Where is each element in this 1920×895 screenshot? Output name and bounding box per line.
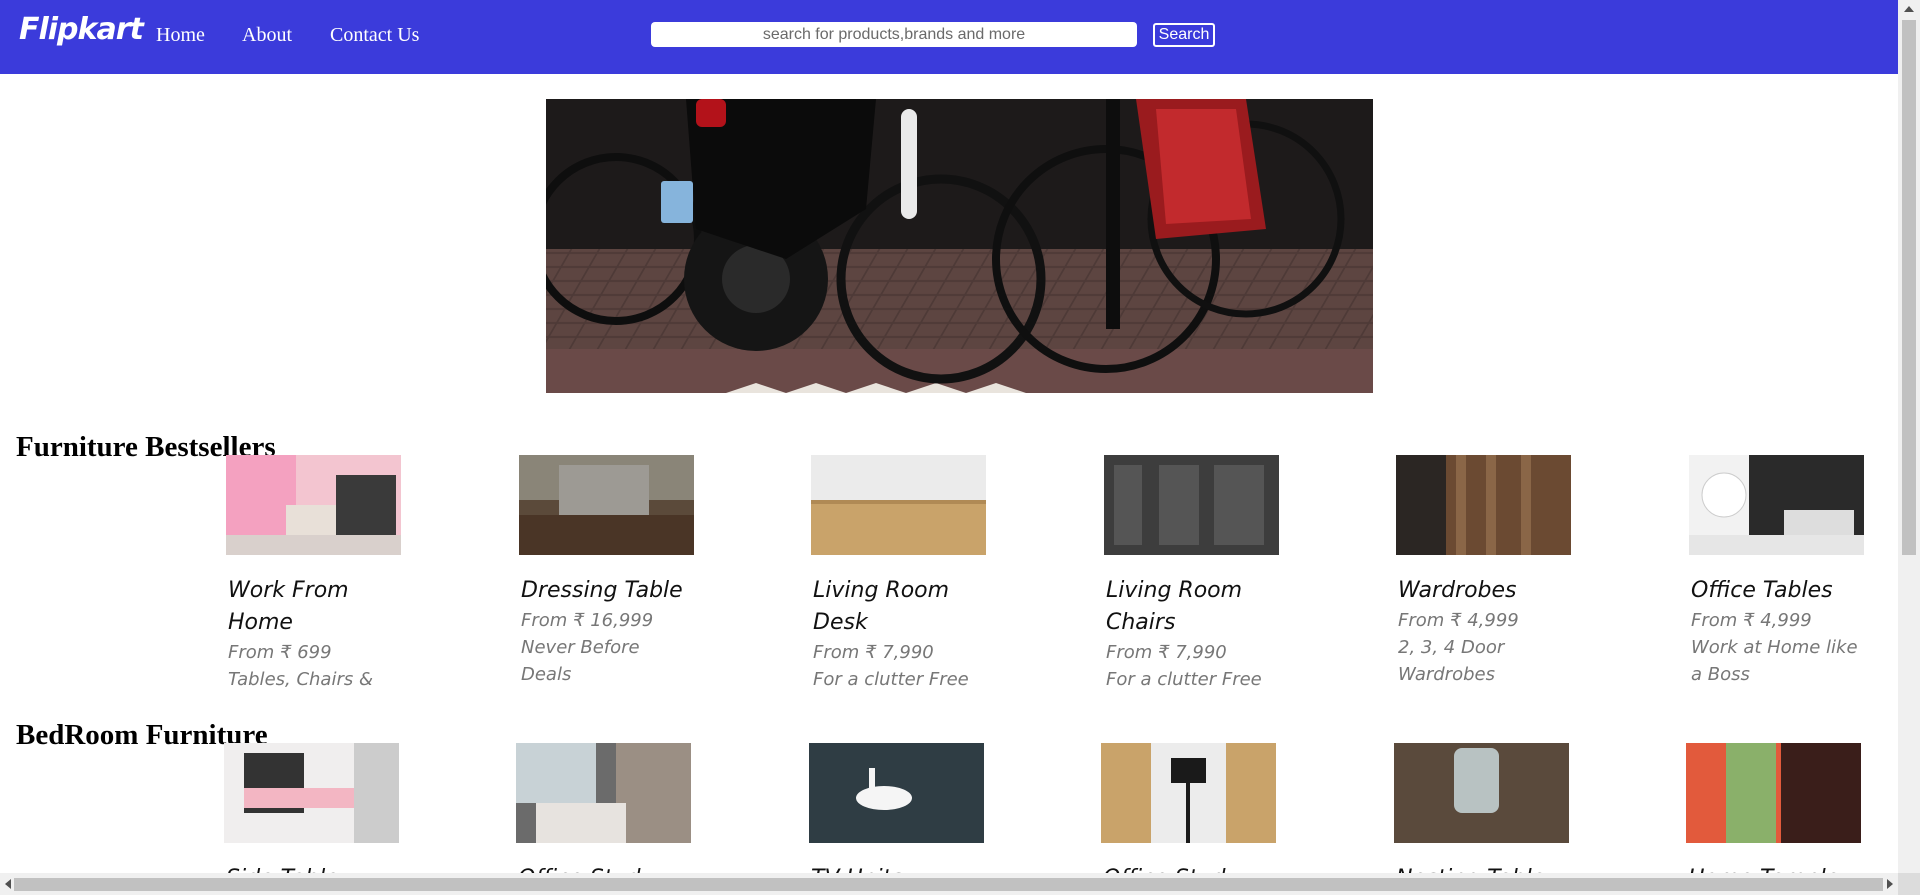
product-title: Office Study [1103,863,1277,873]
product-image [809,743,984,843]
vertical-scroll-thumb[interactable] [1902,20,1916,555]
scroll-up-icon[interactable] [1904,6,1914,12]
product-card-living-room-desk[interactable]: Living Room Desk From ₹ 7,990 For a clut… [811,455,987,687]
product-title: Home Temple [1688,863,1862,873]
product-card-side-table[interactable]: Side Table [224,743,400,873]
hero-banner-image [546,99,1373,393]
nav-link-home[interactable]: Home [156,24,205,47]
product-image [1396,455,1571,555]
flipkart-logo[interactable]: Flipkart [19,12,144,47]
product-title: Office Study [518,863,692,873]
top-navbar: Flipkart Home About Contact Us Search [0,0,1898,74]
product-image [1394,743,1569,843]
product-card-office-study-1[interactable]: Office Study [516,743,692,873]
product-title: Wardrobes [1398,578,1517,603]
horizontal-scroll-thumb[interactable] [14,878,1883,891]
product-card-living-room-chairs[interactable]: Living Room Chairs From ₹ 7,990 For a cl… [1104,455,1280,687]
product-image [1686,743,1861,843]
product-image [519,455,694,555]
product-title: Living Room Chairs [1106,578,1243,635]
product-title: Side Table [226,863,400,873]
product-price: From ₹ 4,999 [1398,610,1519,631]
product-card-wardrobes[interactable]: Wardrobes From ₹ 4,999 2, 3, 4 Door Ward… [1396,455,1572,687]
product-card-home-temple[interactable]: Home Temple [1686,743,1862,873]
product-image [516,743,691,843]
product-title: Nesting Table [1396,863,1570,873]
product-desc: Work at Home like a Boss [1691,637,1858,685]
product-image [226,455,401,555]
product-image [811,455,986,555]
product-title: TV Units [811,863,985,873]
scroll-right-icon[interactable] [1887,879,1893,889]
product-image [1104,455,1279,555]
nav-link-contact-us[interactable]: Contact Us [330,24,419,47]
product-card-nesting-table[interactable]: Nesting Table [1394,743,1570,873]
search-input[interactable] [651,22,1137,47]
product-price: From ₹ 4,999 [1691,610,1812,631]
product-image [1689,455,1864,555]
product-price: From ₹ 7,990 [1106,642,1227,663]
horizontal-scrollbar[interactable] [0,873,1898,895]
product-card-office-study-2[interactable]: Office Study [1101,743,1277,873]
product-card-dressing-table[interactable]: Dressing Table From ₹ 16,999 Never Befor… [519,455,695,687]
product-title: Office Tables [1691,578,1833,603]
product-desc: Never Before Deals [521,637,640,685]
product-title: Dressing Table [521,578,683,603]
product-desc: 2, 3, 4 Door Wardrobes [1398,637,1505,685]
product-title: Living Room Desk [813,578,950,635]
scroll-left-icon[interactable] [5,879,11,889]
search-button[interactable]: Search [1153,23,1215,47]
product-card-work-from-home[interactable]: Work From Home From ₹ 699 Tables, Chairs… [226,455,402,687]
product-card-tv-units[interactable]: TV Units [809,743,985,873]
product-price: From ₹ 16,999 [521,610,654,631]
product-image [224,743,399,843]
scrollbar-corner [1898,873,1920,895]
product-desc: For a clutter Free workstation [813,669,969,687]
product-card-office-tables[interactable]: Office Tables From ₹ 4,999 Work at Home … [1689,455,1865,687]
product-price: From ₹ 7,990 [813,642,934,663]
product-title: Work From Home [228,578,349,635]
product-image [1101,743,1276,843]
vertical-scrollbar[interactable] [1898,0,1920,895]
product-desc: Tables, Chairs & More [228,669,374,687]
product-desc: For a clutter Free workstation [1106,669,1262,687]
nav-link-about[interactable]: About [242,24,292,47]
product-price: From ₹ 699 [228,642,332,663]
